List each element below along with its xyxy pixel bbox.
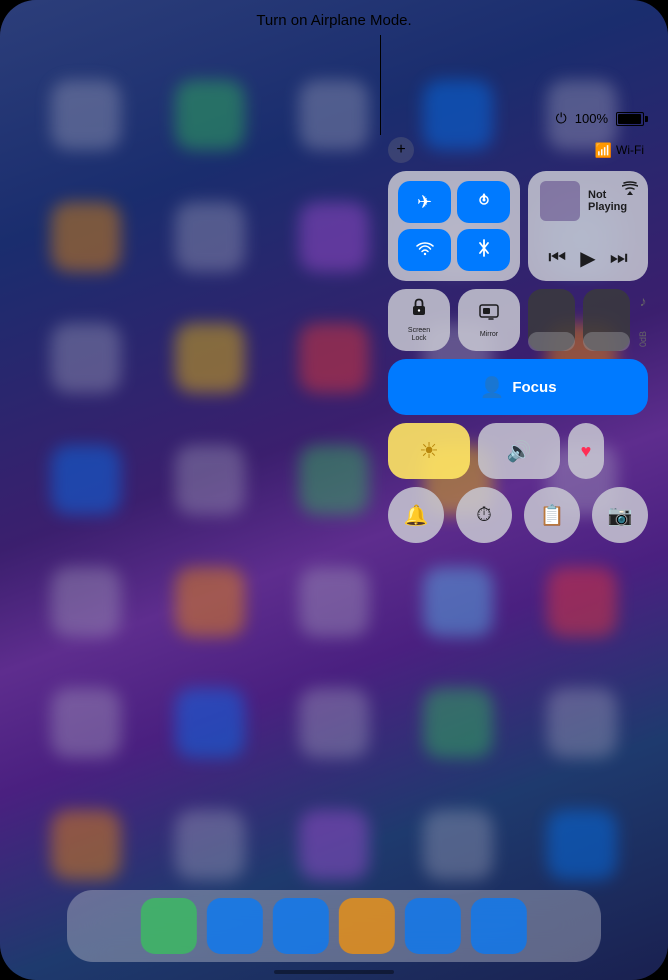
app-icon-blur (547, 810, 617, 880)
dock-icon-phone[interactable] (207, 898, 263, 954)
dock-icon-settings[interactable] (471, 898, 527, 954)
app-icon-blur (51, 567, 121, 637)
app-icon-blur (51, 80, 121, 150)
battery-icon (616, 112, 644, 126)
tooltip-line (380, 35, 381, 135)
app-icon-blur (175, 445, 245, 515)
heart-button[interactable]: ♥ (568, 423, 604, 479)
bluetooth-button[interactable] (457, 229, 510, 271)
app-icon-blur (547, 567, 617, 637)
app-icon-blur (51, 688, 121, 758)
dark-slider-1[interactable] (528, 289, 575, 351)
forward-button[interactable]: ⏭ (610, 247, 628, 270)
dock-icon-music[interactable] (405, 898, 461, 954)
focus-icon: 👤 (479, 375, 504, 400)
brightness-button[interactable]: ☀ (388, 423, 470, 479)
app-icon-blur (175, 688, 245, 758)
cc-status-bar: ⏻ 100% (388, 110, 648, 127)
music-artwork (540, 181, 580, 221)
timer-icon: ⏱ (476, 504, 492, 527)
dock-icon-messages[interactable] (141, 898, 197, 954)
power-icon: ⏻ (556, 110, 567, 127)
sound-label: 0dB (638, 331, 648, 347)
wifi-label: Wi-Fi (616, 143, 644, 157)
screen-mirror-label: Mirror (480, 331, 498, 338)
app-icon-blur (547, 688, 617, 758)
app-icon-blur (175, 202, 245, 272)
bell-button[interactable]: 🔔 (388, 487, 444, 543)
airplay-icon[interactable] (622, 181, 638, 198)
app-icon-blur (423, 567, 493, 637)
screen-mirror-button[interactable]: Mirror (458, 289, 520, 351)
connectivity-panel: ✈ (388, 171, 520, 281)
camera-button[interactable]: 📷 (592, 487, 648, 543)
battery-fill (618, 114, 641, 124)
screen-mirror-icon (479, 302, 499, 327)
app-icon-blur (175, 80, 245, 150)
app-icon-blur (175, 810, 245, 880)
focus-button[interactable]: 👤 Focus (388, 359, 648, 415)
rewind-button[interactable]: ⏮ (548, 247, 566, 270)
airdrop-button[interactable] (457, 181, 510, 223)
ipad-frame: Turn on Airplane Mode. ⏻ 100% + 📶 Wi-Fi (0, 0, 668, 980)
control-center: ⏻ 100% + 📶 Wi-Fi ✈ (388, 110, 648, 543)
app-icon-blur (175, 323, 245, 393)
cc-main-row: ✈ (388, 171, 648, 281)
dark-slider-2[interactable] (583, 289, 630, 351)
bottom-buttons-row: 🔔 ⏱ 📋 📷 (388, 487, 648, 543)
timer-button[interactable]: ⏱ (456, 487, 512, 543)
app-icon-blur (51, 810, 121, 880)
cc-row-2: ScreenLock Mirror (388, 289, 648, 351)
add-button[interactable]: + (388, 137, 414, 163)
heart-icon: ♥ (581, 441, 592, 462)
brightness-icon: ☀ (419, 438, 439, 464)
app-icon-blur (299, 810, 369, 880)
wifi-icon (416, 240, 434, 261)
focus-label: Focus (512, 379, 556, 396)
slider-fill-1 (528, 332, 575, 351)
vertical-sliders (528, 289, 630, 351)
volume-icon: 🔊 (507, 439, 532, 464)
now-playing-panel: Not Playing ⏮ ▶ ⏭ (528, 171, 648, 281)
notes-icon: 📋 (540, 503, 565, 528)
battery-percent: 100% (575, 111, 608, 126)
bluetooth-icon (478, 239, 490, 262)
airdrop-icon (475, 191, 493, 214)
now-playing-top: Not Playing (540, 181, 636, 221)
slider-fill-2 (583, 332, 630, 351)
app-icon-blur (299, 80, 369, 150)
playback-controls: ⏮ ▶ ⏭ (540, 246, 636, 271)
wifi-button[interactable] (398, 229, 451, 271)
app-icon-blur (423, 810, 493, 880)
music-note-icon: ♪ (640, 293, 647, 309)
notes-button[interactable]: 📋 (524, 487, 580, 543)
play-button[interactable]: ▶ (580, 246, 595, 271)
bell-icon: 🔔 (404, 503, 429, 528)
app-icon-blur (299, 323, 369, 393)
app-icon-blur (299, 567, 369, 637)
dock (67, 890, 601, 962)
dock-icon-mail[interactable] (273, 898, 329, 954)
app-icon-blur (51, 202, 121, 272)
screen-lock-icon (409, 297, 429, 323)
app-icon-blur (51, 323, 121, 393)
cc-focus-row: 👤 Focus (388, 359, 648, 415)
tooltip-text: Turn on Airplane Mode. (256, 12, 411, 29)
camera-icon: 📷 (608, 503, 633, 528)
app-icon-blur (423, 688, 493, 758)
dock-icon-safari[interactable] (339, 898, 395, 954)
volume-button[interactable]: 🔊 (478, 423, 560, 479)
app-icon-blur (299, 688, 369, 758)
home-indicator[interactable] (274, 970, 394, 974)
app-icon-blur (299, 202, 369, 272)
airplane-mode-button[interactable]: ✈ (398, 181, 451, 223)
app-icon-blur (175, 567, 245, 637)
screen-lock-button[interactable]: ScreenLock (388, 289, 450, 351)
brightness-volume-row: ☀ 🔊 ♥ (388, 423, 648, 479)
app-icon-blur (299, 445, 369, 515)
app-icon-blur (51, 445, 121, 515)
airplane-icon: ✈ (417, 192, 432, 213)
screen-lock-label: ScreenLock (408, 327, 430, 344)
